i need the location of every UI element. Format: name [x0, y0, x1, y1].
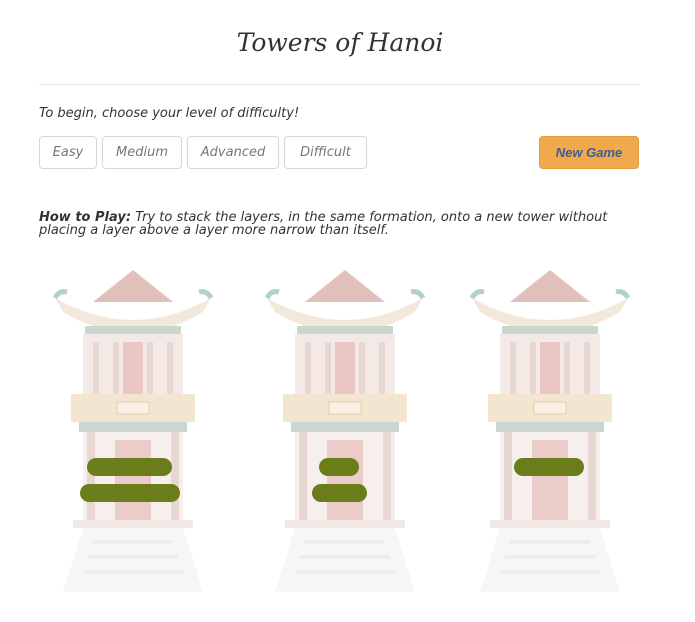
pagoda-illustration: [469, 270, 631, 592]
medium-button[interactable]: Medium: [102, 136, 182, 169]
disk-small[interactable]: [319, 458, 359, 476]
disk-medium[interactable]: [87, 458, 172, 476]
difficult-button[interactable]: Difficult: [284, 136, 367, 169]
tower-right[interactable]: [450, 262, 650, 602]
divider: [39, 84, 639, 85]
difficulty-instructions: To begin, choose your level of difficult…: [39, 106, 300, 121]
new-game-button[interactable]: New Game: [539, 136, 639, 169]
easy-button[interactable]: Easy: [39, 136, 97, 169]
disk-medium-small[interactable]: [312, 484, 367, 502]
tower-middle[interactable]: [245, 262, 445, 602]
disk-medium[interactable]: [514, 458, 584, 476]
tower-left[interactable]: [33, 262, 233, 602]
advanced-button[interactable]: Advanced: [187, 136, 279, 169]
page-title: Towers of Hanoi: [236, 28, 444, 57]
disk-large[interactable]: [80, 484, 180, 502]
pagoda-illustration: [264, 270, 426, 592]
pagoda-illustration: [52, 270, 214, 592]
how-to-play: How to Play: Try to stack the layers, in…: [39, 211, 644, 237]
